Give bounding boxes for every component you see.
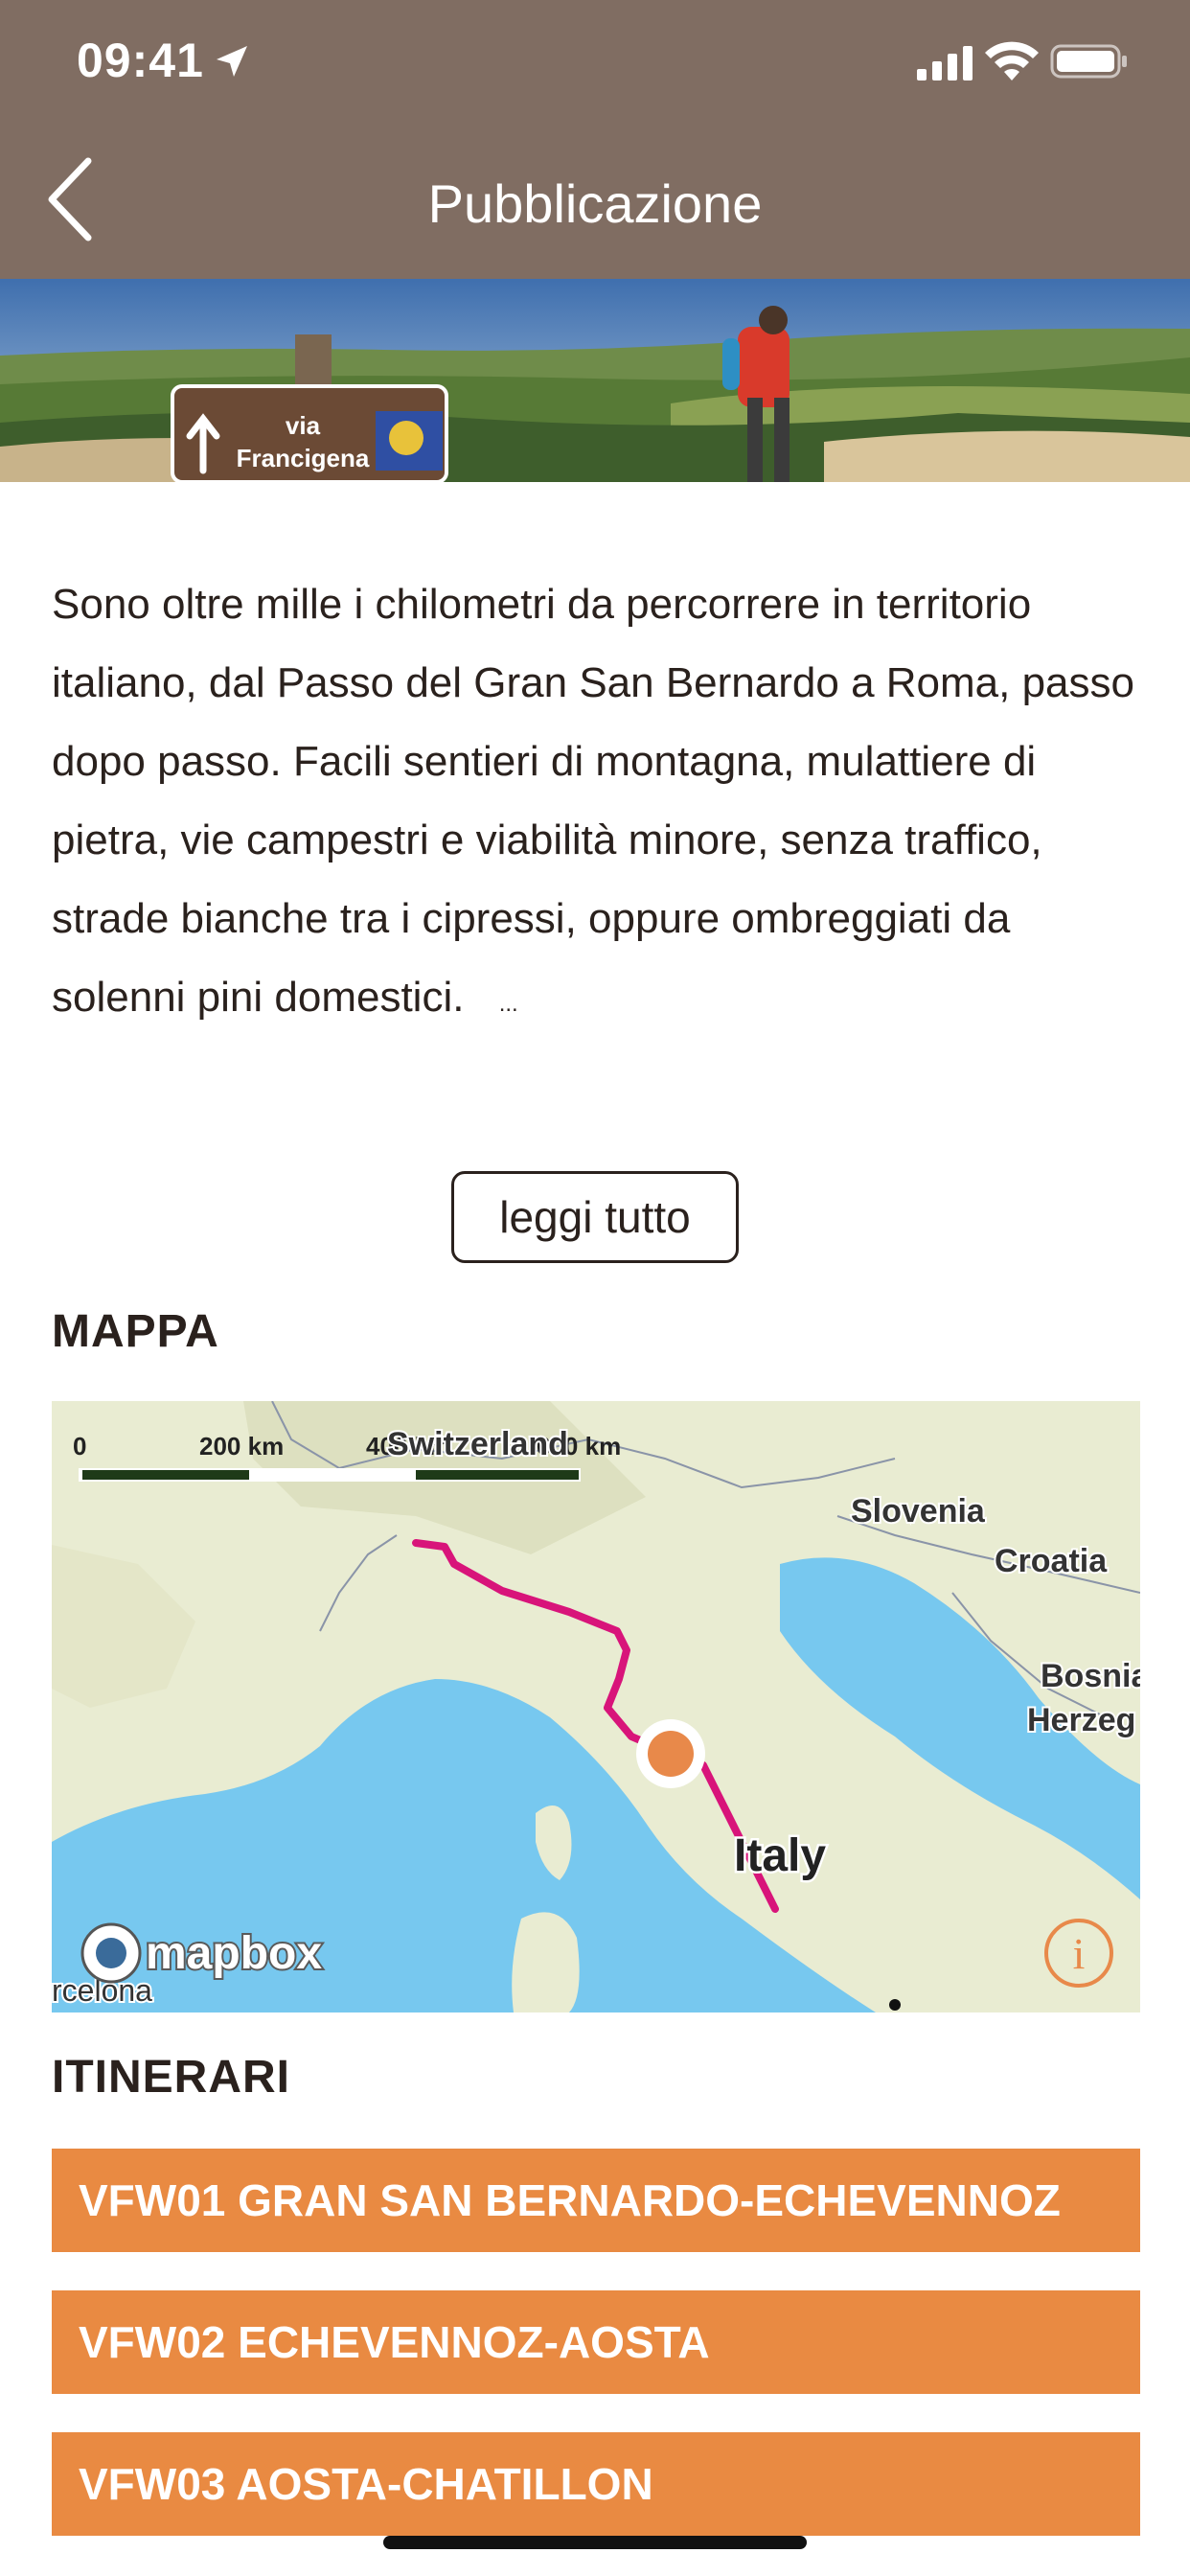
itinerary-button-3[interactable]: VFW03 AOSTA-CHATILLON: [52, 2432, 1140, 2536]
description-ellipsis: ...: [498, 991, 518, 1017]
battery-icon: [1050, 44, 1127, 79]
itinerary-button-1[interactable]: VFW01 GRAN SAN BERNARDO-ECHEVENNOZ: [52, 2149, 1140, 2252]
map-label-herzegovina: Herzeg: [1027, 1702, 1135, 1738]
map-label-bosnia: Bosnia: [1041, 1658, 1140, 1694]
status-time: 09:41: [77, 34, 204, 87]
read-more-button[interactable]: leggi tutto: [451, 1171, 739, 1263]
page-title: Pubblicazione: [427, 173, 763, 234]
itinerari-section-title: ITINERARI: [52, 2052, 290, 2103]
mapbox-logo-text: mapbox: [146, 1928, 322, 1979]
map-info-symbol: i: [1073, 1929, 1086, 1978]
scale-label-200: 200 km: [199, 1432, 284, 1460]
route-map[interactable]: 0 200 km 400 km 600 km Switzerland Slove…: [52, 1401, 1140, 2012]
hero-sign-text-bottom: Francigena: [237, 444, 370, 472]
nav-bar: 09:41 Pubblicazione: [0, 0, 1190, 279]
home-indicator[interactable]: [383, 2536, 807, 2549]
itinerary-button-2[interactable]: VFW02 ECHEVENNOZ-AOSTA: [52, 2290, 1140, 2394]
map-label-switzerland: Switzerland: [387, 1426, 568, 1462]
scale-label-0: 0: [73, 1432, 86, 1460]
description-body: Sono oltre mille i chilometri da percorr…: [52, 581, 1134, 1021]
cellular-signal-icon: [917, 46, 973, 80]
wifi-icon: [985, 41, 1039, 80]
description-text: Sono oltre mille i chilometri da percorr…: [52, 565, 1144, 1044]
mapbox-logo[interactable]: mapbox: [80, 1922, 324, 1984]
map-label-slovenia: Slovenia: [851, 1493, 986, 1530]
map-label-croatia: Croatia: [995, 1543, 1108, 1579]
map-section-title: MAPPA: [52, 1306, 219, 1357]
location-arrow-icon: [217, 46, 247, 77]
map-label-italy: Italy: [734, 1830, 826, 1881]
status-bar: 09:41: [0, 0, 1190, 126]
hero-sign-text-top: via: [286, 411, 321, 440]
hero-image: via Francigena: [0, 279, 1190, 482]
